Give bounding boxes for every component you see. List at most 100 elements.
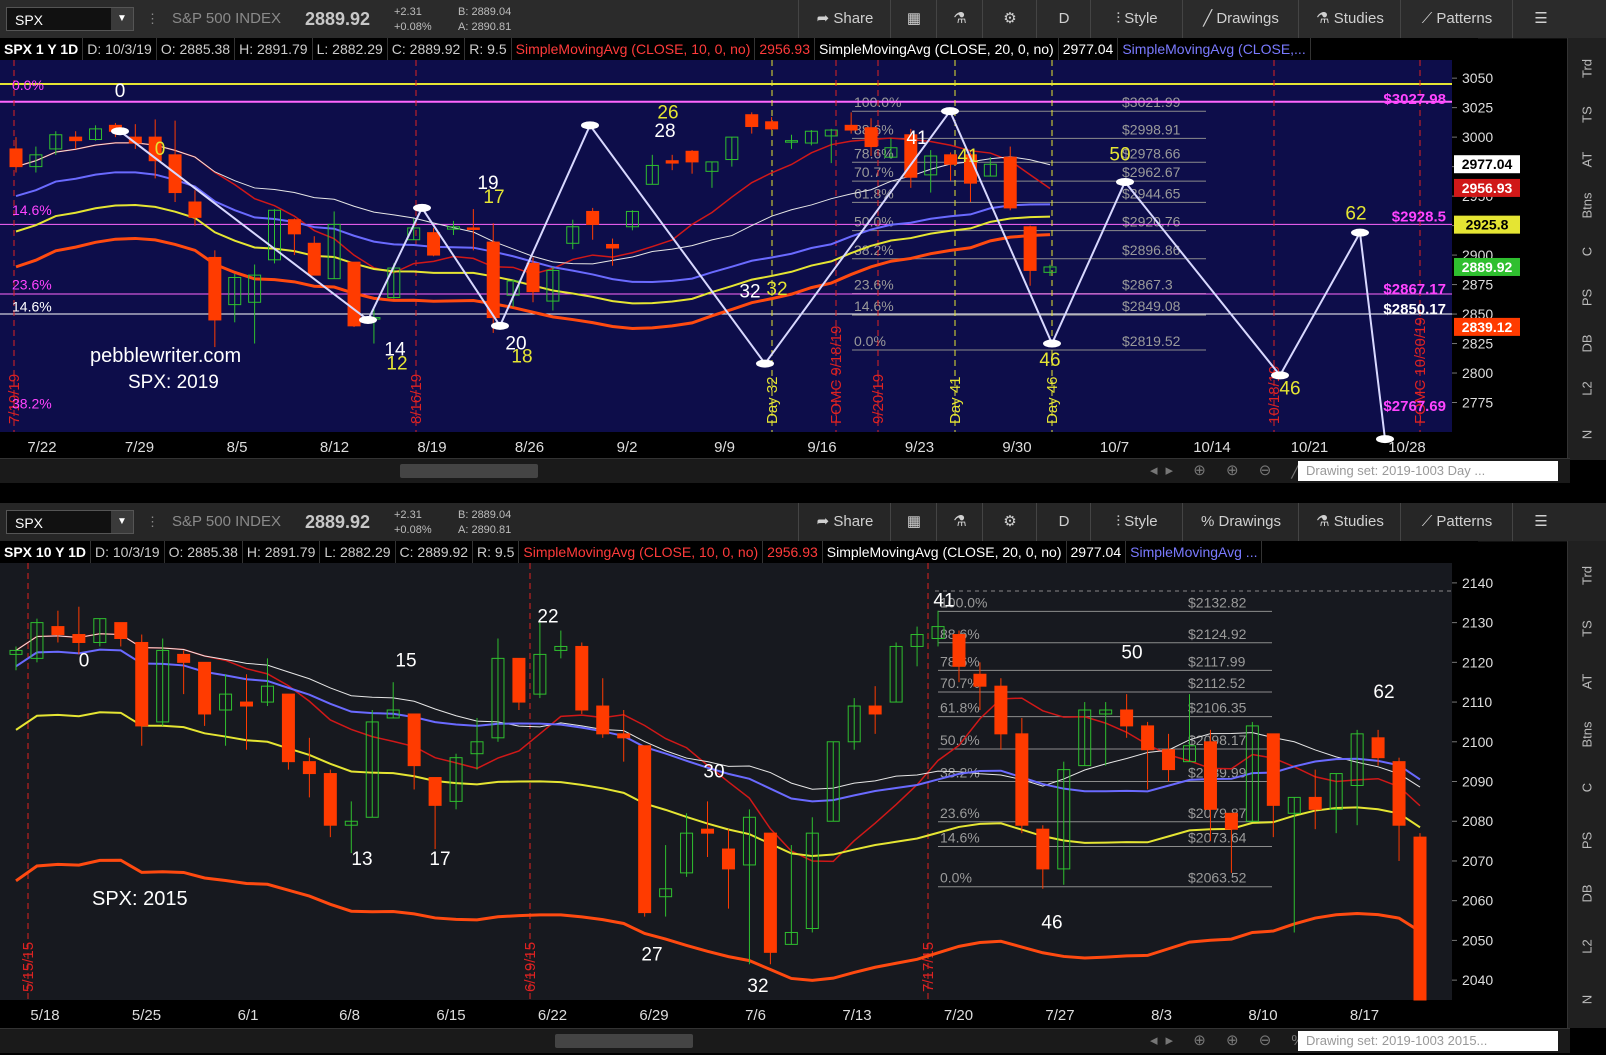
- share-button[interactable]: ➦ Share: [798, 503, 891, 541]
- right-tab-at[interactable]: AT: [1580, 141, 1595, 179]
- info-item: C: 2889.92: [396, 541, 474, 563]
- price-box-label: 2977.04: [1462, 156, 1513, 172]
- candle-body: [307, 242, 321, 276]
- cycle-node-marker: [1043, 339, 1061, 348]
- period-button[interactable]: D: [1036, 503, 1091, 541]
- chart-scrollbar[interactable]: ◂▸ ⊕ ⊕ ⊖ % Drawing set: 2019-1003 2015..…: [0, 1028, 1570, 1053]
- price-chart-2019[interactable]: 2775280028252850287529002925295029753000…: [0, 60, 1532, 460]
- pct-change: +0.08%: [394, 524, 432, 536]
- right-tab-c[interactable]: C: [1580, 233, 1595, 271]
- patterns-label: Patterns: [1436, 10, 1493, 27]
- chevron-down-icon[interactable]: ▼: [111, 8, 133, 30]
- y-tick-label: 2100: [1462, 734, 1493, 750]
- zoom-controls[interactable]: ◂▸ ⊕ ⊕ ⊖ %: [1150, 1029, 1313, 1053]
- link-icon[interactable]: ⋮: [146, 0, 159, 38]
- candle-body: [323, 773, 337, 826]
- style-label: Style: [1124, 513, 1158, 530]
- candle-body: [486, 241, 500, 319]
- cycle-number: 18: [511, 346, 532, 367]
- style-button[interactable]: ⫶ Style: [1090, 0, 1183, 38]
- net-change: +2.31: [394, 6, 422, 18]
- x-tick-label: 10/14: [1193, 439, 1231, 456]
- cycle-number: 30: [703, 762, 724, 783]
- studies-button[interactable]: ⚗ Studies: [1298, 503, 1401, 541]
- cycle-node-marker: [1376, 435, 1394, 444]
- menu-button[interactable]: ☰: [1512, 503, 1569, 541]
- scroll-thumb[interactable]: [400, 464, 538, 478]
- right-tab-ps[interactable]: PS: [1580, 821, 1595, 859]
- studies-button[interactable]: ⚗ Studies: [1298, 0, 1401, 38]
- right-tab-ts[interactable]: TS: [1580, 609, 1595, 647]
- right-tab-l2[interactable]: L2: [1580, 370, 1595, 408]
- cycle-number: 0: [115, 81, 126, 102]
- drawings-button[interactable]: ╱ Drawings: [1182, 0, 1299, 38]
- right-tab-db[interactable]: DB: [1580, 874, 1595, 912]
- right-tab-trd[interactable]: Trd: [1580, 556, 1595, 594]
- style-button[interactable]: ⫶ Style: [1090, 503, 1183, 541]
- candle-body: [1371, 737, 1385, 759]
- symbol-selector[interactable]: SPX ▼: [6, 510, 134, 534]
- y-tick-label: 2775: [1462, 395, 1493, 411]
- info-item: C: 2889.92: [388, 38, 466, 60]
- settings-button[interactable]: ⚙: [982, 503, 1037, 541]
- grid-settings-button[interactable]: ▦: [890, 503, 937, 541]
- x-tick-label: 8/19: [417, 439, 446, 456]
- layout-icon: ▦: [906, 513, 922, 530]
- info-item: SimpleMovingAvg (CLOSE, 10, 0, no): [519, 541, 764, 563]
- period-button[interactable]: D: [1036, 0, 1091, 38]
- cycle-number: 17: [483, 187, 504, 208]
- price-box-label: 2925.8: [1466, 217, 1509, 233]
- chart-scrollbar[interactable]: ◂▸ ⊕ ⊕ ⊖ ╱ Drawing set: 2019-1003 Day ..…: [0, 458, 1570, 483]
- instrument-name: S&P 500 INDEX: [172, 10, 281, 27]
- event-label: Day 41: [947, 376, 964, 424]
- right-tab-btns[interactable]: Btns: [1580, 187, 1595, 225]
- watermark-label: SPX: 2015: [92, 888, 188, 910]
- bid-price: B: 2889.04: [458, 6, 512, 18]
- candle-body: [69, 136, 83, 142]
- flask-button[interactable]: ⚗: [936, 0, 983, 38]
- x-tick-label: 6/15: [436, 1007, 465, 1024]
- flask-button[interactable]: ⚗: [936, 503, 983, 541]
- right-tab-db[interactable]: DB: [1580, 324, 1595, 362]
- drawing-set-field[interactable]: Drawing set: 2019-1003 Day ...: [1298, 461, 1558, 481]
- patterns-button[interactable]: ⟋ Patterns: [1400, 0, 1513, 38]
- right-tab-at[interactable]: AT: [1580, 662, 1595, 700]
- y-tick-label: 2070: [1462, 853, 1493, 869]
- candle-body: [763, 832, 777, 953]
- symbol-selector[interactable]: SPX ▼: [6, 7, 134, 31]
- patterns-button[interactable]: ⟋ Patterns: [1400, 503, 1513, 541]
- share-button[interactable]: ➦ Share: [798, 0, 891, 38]
- grid-settings-button[interactable]: ▦: [890, 0, 937, 38]
- right-tab-l2[interactable]: L2: [1580, 927, 1595, 965]
- info-item: SimpleMovingAvg (CLOSE,...: [1118, 38, 1311, 60]
- right-tab-ts[interactable]: TS: [1580, 95, 1595, 133]
- settings-button[interactable]: ⚙: [982, 0, 1037, 38]
- right-tab-n[interactable]: N: [1580, 980, 1595, 1018]
- candle-body: [1203, 741, 1217, 810]
- y-tick-label: 2120: [1462, 654, 1493, 670]
- info-item: SimpleMovingAvg (CLOSE, 20, 0, no): [823, 541, 1067, 563]
- scroll-thumb[interactable]: [555, 1034, 693, 1048]
- candle-body: [596, 705, 610, 735]
- period-label: D: [1058, 10, 1070, 27]
- period-label: D: [1058, 513, 1070, 530]
- price-chart-2015[interactable]: 2040 2050 2060 2070 2080 2090 2100 2110 2120 2130…: [0, 563, 1532, 1028]
- right-tab-trd[interactable]: Trd: [1580, 49, 1595, 87]
- instrument-name: S&P 500 INDEX: [172, 513, 281, 530]
- right-tab-c[interactable]: C: [1580, 768, 1595, 806]
- menu-button[interactable]: ☰: [1512, 0, 1569, 38]
- menu-icon: ☰: [1534, 10, 1548, 27]
- chevron-down-icon[interactable]: ▼: [111, 511, 133, 533]
- x-tick-label: 9/23: [905, 439, 934, 456]
- patterns-label: Patterns: [1436, 513, 1493, 530]
- candle-body: [526, 262, 540, 293]
- drawings-button[interactable]: % Drawings: [1182, 503, 1299, 541]
- right-tab-ps[interactable]: PS: [1580, 278, 1595, 316]
- zoom-controls[interactable]: ◂▸ ⊕ ⊕ ⊖ ╱: [1150, 459, 1308, 483]
- link-icon[interactable]: ⋮: [146, 503, 159, 541]
- style-label: Style: [1124, 10, 1158, 27]
- right-tab-btns[interactable]: Btns: [1580, 715, 1595, 753]
- drawing-set-field[interactable]: Drawing set: 2019-1003 2015...: [1298, 1031, 1558, 1051]
- right-tab-n[interactable]: N: [1580, 416, 1595, 454]
- fib-price: $2098.17: [1188, 732, 1247, 748]
